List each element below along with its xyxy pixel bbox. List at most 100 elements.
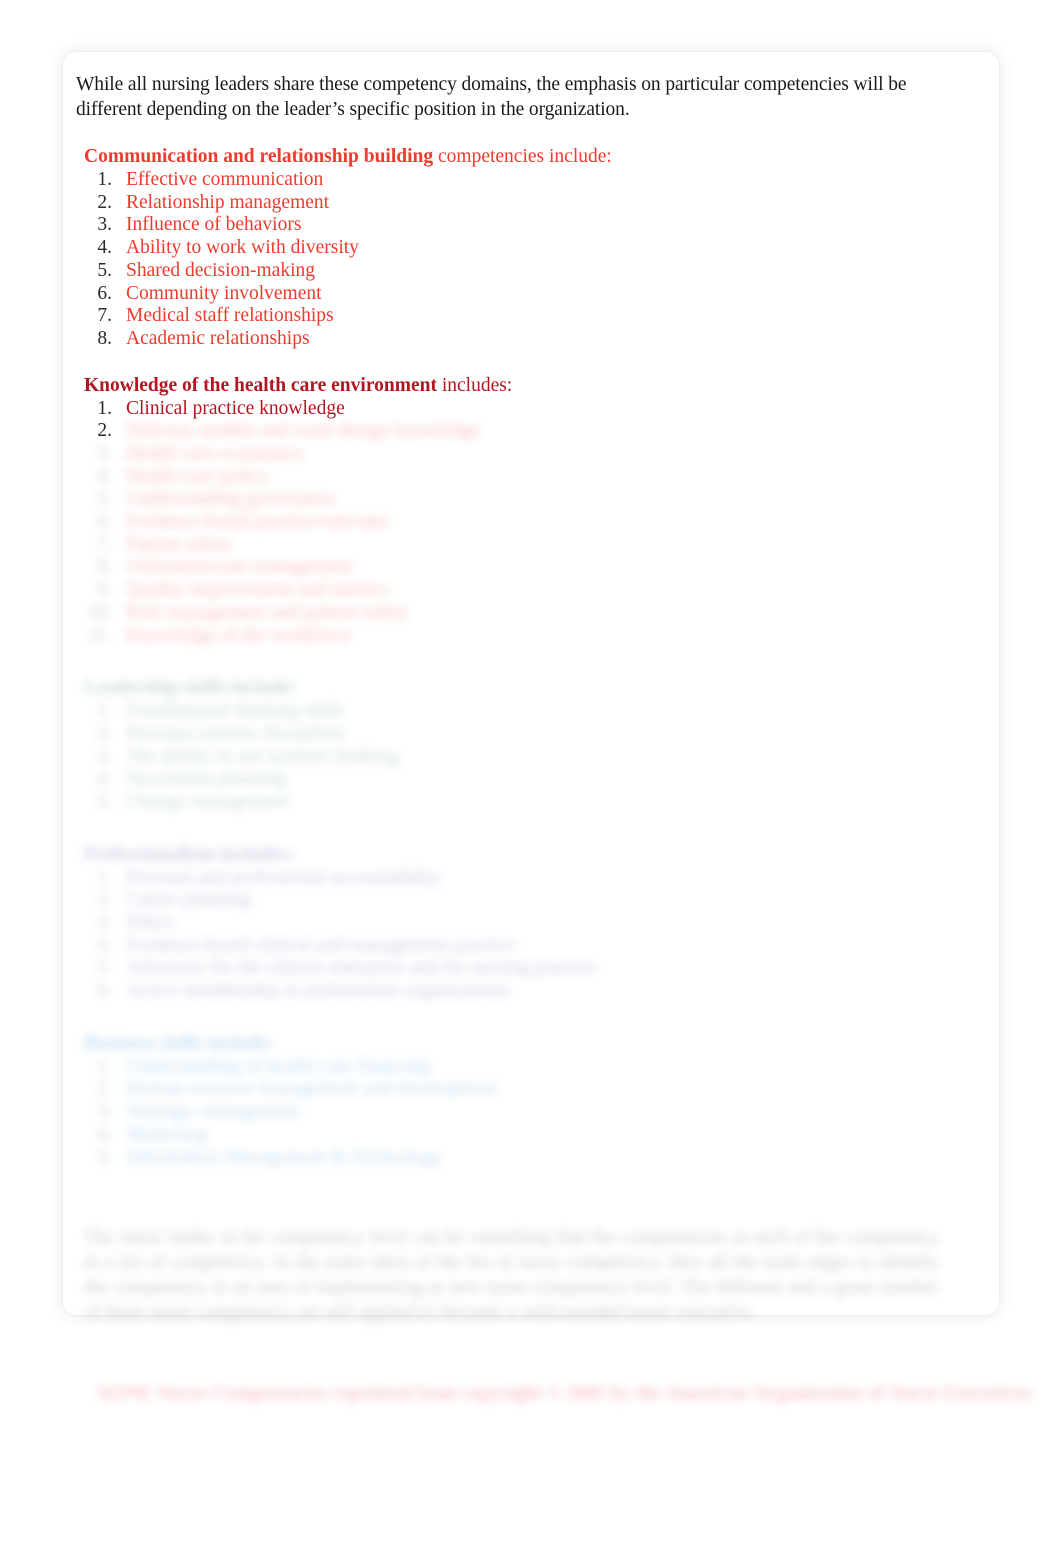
redacted-list-item: 4. Marketing — [76, 1124, 969, 1147]
section-heading-communication: Communication and relationship building … — [76, 144, 969, 169]
redacted-professionalism-section: Professionalism includes: 1. Personal and… — [76, 842, 969, 1003]
redacted-business-section: Business skills include: 1. Understanding… — [76, 1031, 969, 1169]
list-item-number: 1. — [97, 700, 112, 722]
list-item-number: 5. — [97, 259, 112, 281]
list-item: 8. Academic relationships — [76, 328, 969, 351]
list-item-number: 1. — [97, 1055, 112, 1077]
redacted-list-item-label: Personal and professional accountability — [126, 866, 442, 888]
list-item-number: 7. — [97, 305, 112, 327]
redacted-section-heading: Leadership skills include: — [84, 677, 298, 699]
list-item: 6. Community involvement — [76, 283, 969, 306]
redacted-list-item-label: Marketing — [126, 1123, 208, 1145]
list-item: 2. Relationship management — [76, 192, 969, 215]
redacted-list-item-label: Active membership in professional organi… — [126, 980, 510, 1002]
document-content: While all nursing leaders share these co… — [76, 72, 1033, 1404]
list-item-number: 6. — [97, 980, 112, 1002]
list-item-number: 2. — [97, 191, 112, 213]
list-item-number: 4. — [97, 465, 112, 487]
redacted-list-item: 6. Evidence-based practice/outcome — [76, 511, 969, 534]
intro-paragraph: While all nursing leaders share these co… — [76, 74, 907, 120]
list-item-number: 5. — [97, 488, 112, 510]
list-item-label: Effective communication — [126, 169, 324, 190]
redacted-list-item-label: Personal journey disciplines — [126, 722, 346, 744]
redacted-section-heading: Business skills include: — [84, 1032, 275, 1054]
redacted-list-item-label: Understanding of health care financing — [126, 1055, 431, 1077]
section-heading-communication-rest: competencies include: — [433, 146, 612, 167]
list-item-label: Ability to work with diversity — [126, 237, 359, 259]
redacted-list-item: 3. The ability to use systems thinking — [76, 746, 969, 769]
redacted-list-item-label: Utilization/case management — [126, 556, 353, 578]
list-item: 7. Medical staff relationships — [76, 305, 969, 328]
list-item-number: 3. — [97, 1101, 112, 1123]
list-item: 3. Influence of behaviors — [76, 214, 969, 237]
list-item-number: 4. — [97, 934, 112, 956]
redacted-list-item: 3. Strategic management — [76, 1101, 969, 1124]
list-item-label: Relationship management — [126, 191, 330, 213]
redacted-section-heading: Professionalism includes: — [84, 843, 295, 865]
redacted-list-item: 6. Active membership in professional orga… — [76, 980, 969, 1003]
redacted-list-item-label: Delivery models and work design knowledg… — [126, 420, 480, 442]
redacted-list-item: 2. Human resource management and developm… — [76, 1078, 969, 1101]
list-item: 5. Shared decision-making — [76, 260, 969, 283]
list-item-number: 6. — [97, 282, 112, 304]
redacted-list-item: 3. Ethics — [76, 912, 969, 935]
list-item-number: 1. — [97, 397, 112, 419]
redacted-list-item: 2. Delivery models and work design knowl… — [76, 420, 969, 443]
redacted-list-item: 7. Patient safety — [76, 534, 969, 557]
redacted-list-item: 11. Knowledge of the workforce — [76, 625, 969, 648]
list-item-number: 4. — [97, 237, 112, 259]
list-item-number: 4. — [97, 768, 112, 790]
redacted-list-item: 2. Career planning — [76, 889, 969, 912]
list-item-number: 10. — [87, 601, 112, 623]
communication-competency-list: 1. Effective communication 2. Relationsh… — [76, 169, 969, 351]
list-item-number: 3. — [97, 214, 112, 236]
list-item-label: Community involvement — [126, 282, 322, 304]
list-item-number: 4. — [97, 1123, 112, 1145]
redacted-list-item: 2. Personal journey disciplines — [76, 723, 969, 746]
redacted-list-item: 4. Health care policy — [76, 466, 969, 489]
list-item-label: Medical staff relationships — [126, 305, 334, 327]
list-item-number: 1. — [97, 169, 112, 190]
section-heading-knowledge-rest: includes: — [436, 374, 513, 396]
section-heading-communication-strong: Communication and relationship building — [84, 146, 434, 167]
redacted-list-item-label: Information Management & Technology — [126, 1146, 443, 1168]
redacted-list-item: 5. Information Management & Technology — [76, 1147, 969, 1170]
redacted-list-item-label: Change management — [126, 790, 291, 812]
list-item-number: 11. — [88, 624, 112, 646]
redacted-list-item: 4. Succession planning — [76, 768, 969, 791]
list-item-number: 2. — [97, 420, 112, 442]
list-item-number: 1. — [97, 866, 112, 888]
list-item: 1. Effective communication — [76, 169, 969, 192]
list-item-number: 3. — [97, 745, 112, 767]
knowledge-competency-list: 1. Clinical practice knowledge — [76, 398, 969, 421]
document-page: While all nursing leaders share these co… — [63, 52, 1033, 1404]
redacted-list-item: 4. Evidence-based clinical and management… — [76, 935, 969, 958]
list-item-number: 5. — [97, 957, 112, 979]
redacted-list-item-label: Foundational thinking skills — [126, 700, 345, 722]
redacted-list-item-label: Succession planning — [126, 768, 286, 790]
redacted-list-item: 1. Foundational thinking skills — [76, 700, 969, 723]
list-item-number: 5. — [97, 790, 112, 812]
list-item-number: 2. — [97, 889, 112, 911]
list-item-number: 6. — [97, 511, 112, 533]
list-item-label: Shared decision-making — [126, 259, 315, 281]
redacted-list-item: 9. Quality improvement and metrics — [76, 579, 969, 602]
list-item-number: 2. — [97, 722, 112, 744]
redacted-list-item-label: Health care policy — [126, 465, 269, 487]
redacted-list-item-label: Health care economics — [126, 443, 304, 465]
redacted-leadership-section: Leadership skills include: 1. Foundationa… — [76, 675, 969, 813]
redacted-list-item-label: Human resource management and developmen… — [126, 1078, 498, 1100]
redacted-list-item-label: Quality improvement and metrics — [126, 579, 389, 601]
list-item-label: Clinical practice knowledge — [126, 397, 345, 419]
list-item-number: 9. — [97, 579, 112, 601]
redacted-list-item-label: Evidence-based practice/outcome — [126, 511, 389, 533]
redacted-list-item: 8. Utilization/case management — [76, 556, 969, 579]
list-item-number: 2. — [97, 1078, 112, 1100]
redacted-list-item: 5. Understanding governance — [76, 488, 969, 511]
redacted-list-item-label: Ethics — [126, 912, 175, 934]
redacted-footer-credit: AONE Nurse Competencies reprinted from c… — [96, 1383, 1033, 1405]
redacted-knowledge-list: 2. Delivery models and work design knowl… — [76, 420, 969, 647]
list-item-number: 3. — [97, 912, 112, 934]
list-item-number: 7. — [97, 533, 112, 555]
list-item-label: Influence of behaviors — [126, 214, 302, 236]
